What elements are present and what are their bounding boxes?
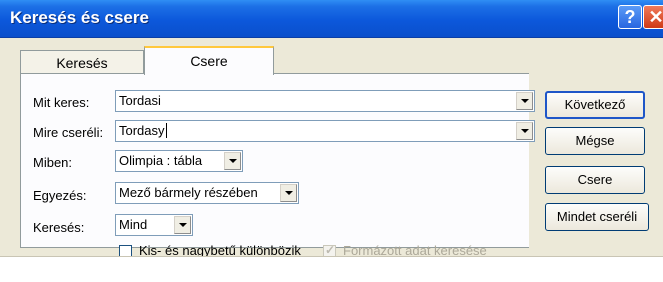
find-label: Mit keres: [33,95,90,110]
look-in-label: Miben: [33,155,73,170]
replace-combo[interactable]: Tordasy [115,120,535,142]
match-select[interactable]: Mező bármely részében [115,182,299,204]
tab-strip: Keresés Csere [20,46,400,75]
replace-value-text: Tordasy [119,123,165,138]
look-in-value: Olimpia : tábla [119,153,203,168]
search-label: Keresés: [33,220,85,235]
match-value: Mező bármely részében [119,185,258,200]
match-case-label[interactable]: Kis- és nagybetű különbözik [139,243,301,256]
tab-replace[interactable]: Csere [144,46,274,75]
replace-value[interactable]: Tordasy [119,123,167,138]
find-combo[interactable]: Tordasi [115,90,535,112]
cancel-button[interactable]: Mégse [545,127,645,155]
chevron-down-icon [229,159,237,163]
chevron-down-icon [285,191,293,195]
search-direction-dropdown-button[interactable] [174,216,191,234]
search-direction-value: Mind [119,217,148,232]
help-button[interactable]: ? [618,5,642,29]
chevron-down-icon [179,223,187,227]
match-label: Egyezés: [33,188,87,203]
find-value[interactable]: Tordasi [119,93,161,108]
window-title: Keresés és csere [10,8,149,27]
replace-button[interactable]: Csere [545,166,645,194]
find-dropdown-button[interactable] [516,92,533,110]
match-case-checkbox[interactable] [119,245,132,256]
text-caret [165,123,167,138]
match-dropdown-button[interactable] [280,184,297,202]
search-direction-select[interactable]: Mind [115,214,193,236]
tab-search[interactable]: Keresés [20,50,144,74]
replace-all-button[interactable]: Mindet cseréli [545,203,649,231]
find-replace-dialog: Keresés és csere ? ✕ Keresés Csere Mit k… [0,0,663,257]
look-in-select[interactable]: Olimpia : tábla [115,150,243,172]
check-mark-icon: ✓ [325,243,336,257]
replace-label: Mire cseréli: [33,125,104,140]
tab-panel: Mit keres: Tordasi Mire cseréli: Tordasy… [20,73,535,256]
title-bar[interactable]: Keresés és csere ? ✕ [0,0,663,38]
look-in-dropdown-button[interactable] [224,152,241,170]
close-button[interactable]: ✕ [643,5,663,29]
chevron-down-icon [521,129,529,133]
chevron-down-icon [521,99,529,103]
replace-dropdown-button[interactable] [516,122,533,140]
formatted-search-checkbox[interactable]: ✓ [323,243,336,257]
find-next-button[interactable]: Következő [545,91,645,119]
formatted-search-label: Formázott adat keresése [343,243,487,257]
